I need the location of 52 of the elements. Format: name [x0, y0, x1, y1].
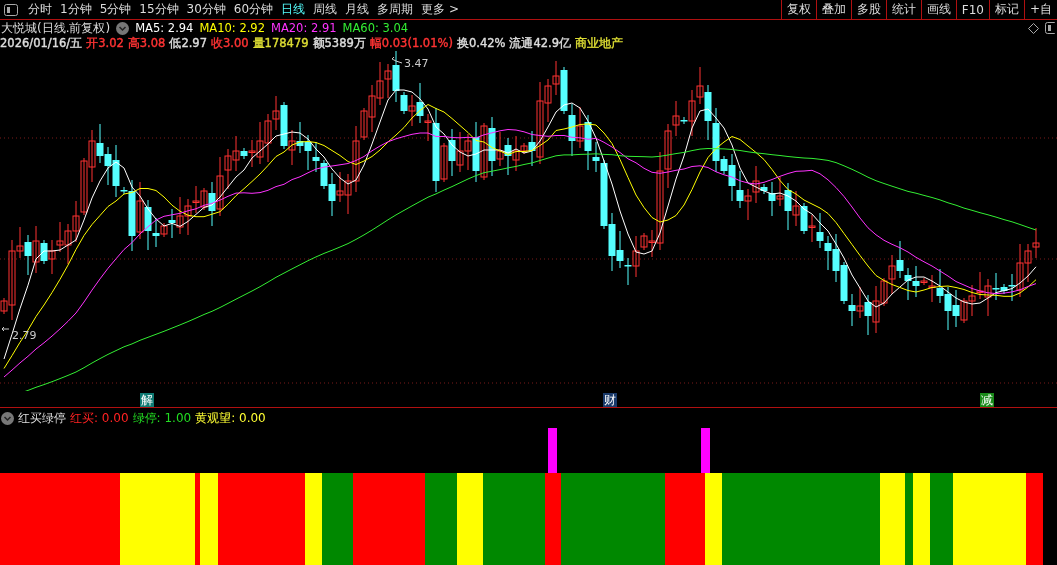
dropdown-icon[interactable] [116, 21, 130, 35]
diamond-icon[interactable] [1028, 22, 1039, 34]
toolbar-button[interactable]: 叠加 [815, 0, 851, 19]
quote-value: 高3.08 [127, 36, 166, 51]
toolbar-button[interactable]: +自 [1023, 0, 1057, 19]
quote-value: 收3.00 [211, 36, 249, 51]
period-tab[interactable]: 分时 [24, 0, 56, 19]
period-tab[interactable]: 周线 [309, 0, 342, 19]
dropdown-icon[interactable] [1, 411, 14, 425]
period-tab[interactable]: 5分钟 [95, 0, 136, 19]
event-marker[interactable]: 财 [603, 393, 617, 407]
event-marker[interactable]: 减 [980, 393, 994, 407]
toolbar-button[interactable]: 画线 [920, 0, 956, 19]
stock-title: 大悦城(日线.前复权) [1, 19, 111, 37]
quote-date: 2026/01/16/五 [0, 36, 83, 51]
indicator-value: 红买: 0.00 [70, 409, 129, 427]
period-tab[interactable]: 多周期 [373, 0, 418, 19]
ma-value: MA20: 2.91 [271, 21, 337, 35]
indicator-value: 黄观望: 0.00 [195, 409, 266, 427]
quote-value: 额5389万 [312, 36, 366, 51]
period-tab[interactable]: 30分钟 [182, 0, 230, 19]
period-tab[interactable]: 60分钟 [229, 0, 278, 19]
ma-value: MA5: 2.94 [135, 21, 194, 35]
quote-value: 幅0.03(1.01%) [369, 36, 453, 51]
signal-spike [548, 428, 557, 473]
indicator-value: 绿停: 1.00 [132, 409, 192, 427]
quote-value: 量178479 [252, 36, 309, 51]
quote-value: 低2.97 [169, 36, 207, 51]
quote-value: 商业地产 [575, 36, 624, 51]
period-tab[interactable]: 更多 > [417, 0, 463, 19]
period-tab[interactable]: 月线 [341, 0, 374, 19]
toolbar-button[interactable]: 标记 [988, 0, 1024, 19]
toolbar-button[interactable]: 复权 [780, 0, 816, 19]
indicator-name: 红买绿停 [18, 409, 66, 427]
high-price-label: 3.47 [404, 57, 429, 70]
signal-spike [701, 428, 710, 473]
leader-line [391, 56, 403, 64]
quote-value: 开3.02 [86, 36, 124, 51]
toolbar-button[interactable]: 统计 [885, 0, 921, 19]
ma-value: MA10: 2.92 [199, 21, 265, 35]
toolbar-button[interactable]: F10 [955, 0, 989, 19]
leader-line [1, 326, 10, 332]
panel-toggle-icon[interactable] [4, 3, 18, 16]
toolbar-button[interactable]: 多股 [850, 0, 886, 19]
quote-value: 换0.42% [456, 36, 506, 51]
event-marker[interactable]: 解 [140, 393, 154, 407]
quote-value: 流通42.9亿 [509, 36, 572, 51]
ma-value: MA60: 3.04 [342, 21, 409, 35]
period-tab[interactable]: 15分钟 [135, 0, 183, 19]
period-tab[interactable]: 日线 [277, 0, 310, 19]
period-tab[interactable]: 1分钟 [56, 0, 96, 19]
panel-toggle-icon[interactable] [1045, 22, 1055, 34]
